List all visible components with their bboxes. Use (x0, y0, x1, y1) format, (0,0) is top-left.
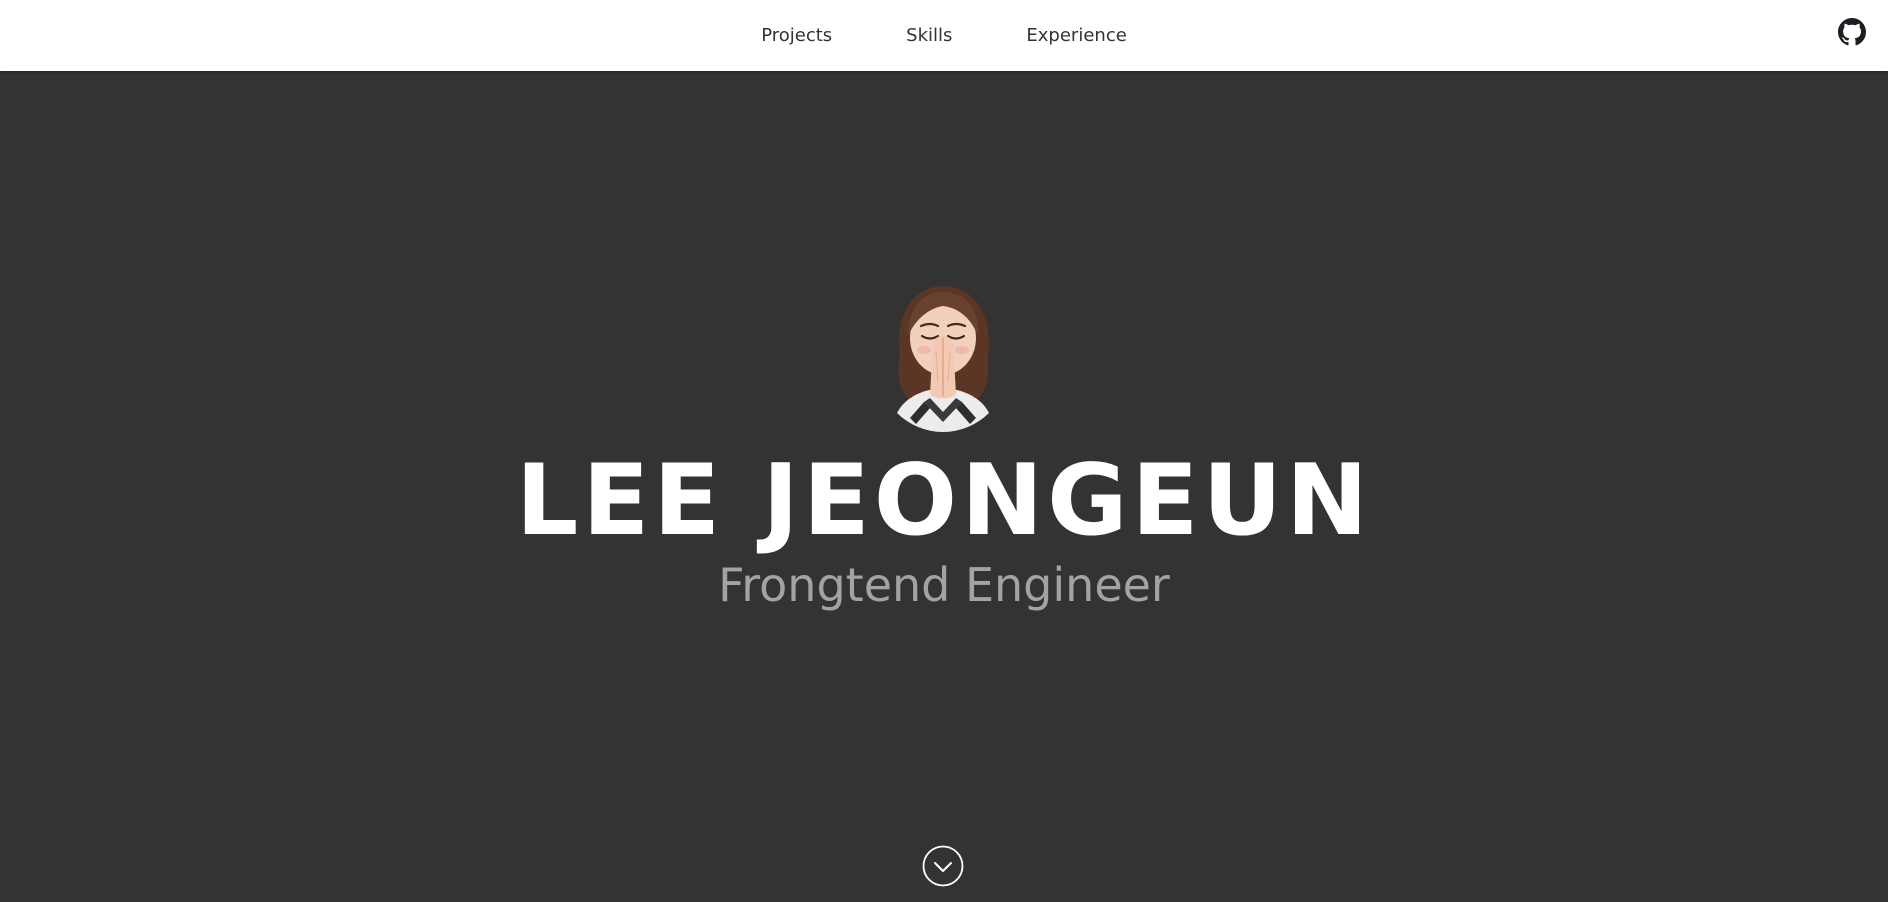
nav-link-projects[interactable]: Projects (761, 25, 832, 46)
github-link[interactable] (1838, 18, 1866, 46)
nav-link-skills[interactable]: Skills (906, 25, 952, 46)
top-navbar: Projects Skills Experience (0, 0, 1888, 71)
github-icon (1838, 18, 1866, 46)
memoji-avatar (886, 282, 1000, 432)
main-nav: Projects Skills Experience (0, 0, 1888, 71)
hero-section: LEE JEONGEUN Frongtend Engineer (0, 71, 1888, 902)
chevron-down-circle-icon (922, 845, 964, 887)
scroll-down-button[interactable] (922, 845, 964, 887)
nav-link-experience[interactable]: Experience (1026, 25, 1126, 46)
hero-role: Frongtend Engineer (718, 558, 1170, 612)
hero-name: LEE JEONGEUN (515, 444, 1373, 558)
